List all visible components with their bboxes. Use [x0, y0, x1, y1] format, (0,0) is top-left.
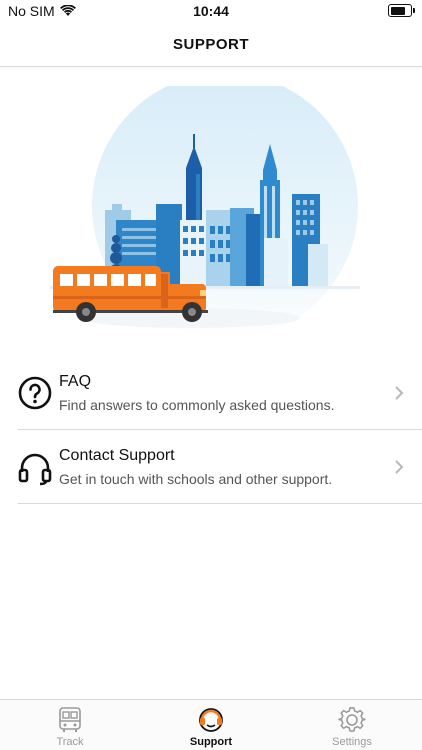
- headset-icon: [18, 453, 52, 486]
- status-bar: No SIM 10:44: [0, 0, 422, 22]
- tab-settings[interactable]: Settings: [282, 700, 422, 750]
- chevron-right-icon: [395, 386, 404, 400]
- tab-track[interactable]: Track: [0, 700, 140, 750]
- tab-track-label: Track: [56, 736, 84, 748]
- faq-row[interactable]: FAQ Find answers to commonly asked quest…: [18, 356, 422, 430]
- tab-settings-label: Settings: [332, 736, 372, 748]
- gear-icon: [338, 707, 366, 732]
- support-headset-icon: [199, 708, 223, 732]
- faq-title: FAQ: [59, 373, 92, 390]
- city-bus-illustration: [50, 86, 360, 339]
- contact-support-title: Contact Support: [59, 447, 175, 464]
- chevron-right-icon: [395, 460, 404, 474]
- tab-bar: Track Support Settings: [0, 699, 422, 750]
- bus-icon: [59, 707, 81, 732]
- nav-bar: SUPPORT: [0, 22, 422, 67]
- question-circle-icon: [18, 376, 52, 410]
- battery-icon: [388, 4, 415, 17]
- contact-support-subtitle: Get in touch with schools and other supp…: [59, 471, 333, 487]
- tab-support-label: Support: [189, 736, 233, 748]
- contact-support-row[interactable]: Contact Support Get in touch with school…: [18, 430, 422, 504]
- page-title: SUPPORT: [172, 36, 249, 53]
- status-time: 10:44: [193, 3, 229, 19]
- faq-subtitle: Find answers to commonly asked questions…: [59, 397, 335, 413]
- support-options-list: FAQ Find answers to commonly asked quest…: [18, 356, 422, 504]
- tab-support[interactable]: Support: [141, 700, 281, 750]
